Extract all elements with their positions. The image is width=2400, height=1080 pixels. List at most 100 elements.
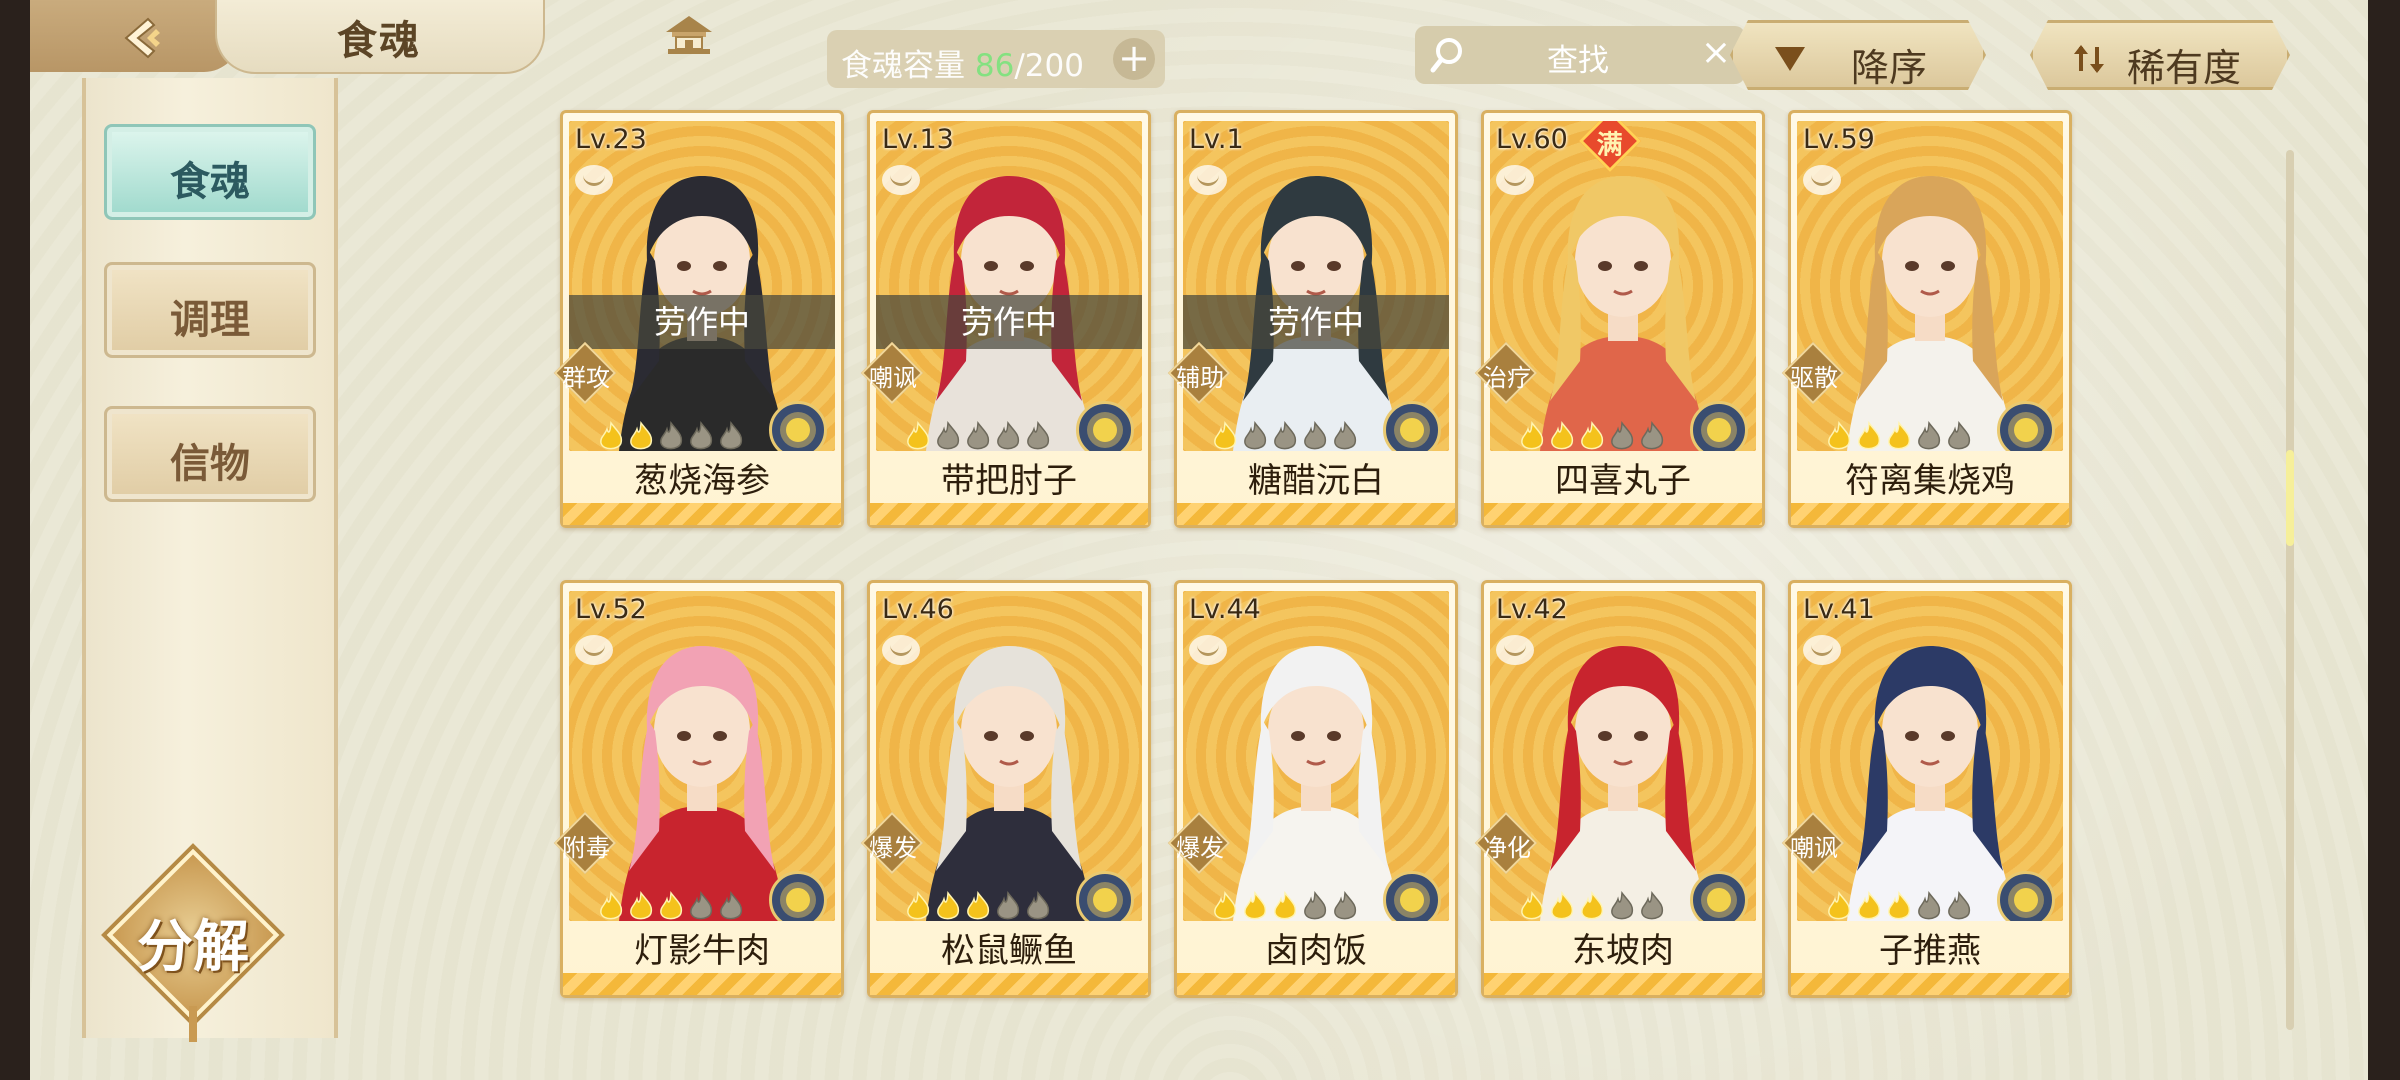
flame-star-empty-icon [1274, 421, 1297, 450]
sidebar-item-label: 调理 [170, 297, 250, 343]
flame-star-empty-icon [1918, 891, 1941, 920]
app-screen: 食魂 食魂容量 86/200 + 查找 × 降序 稀有度 食魂 调理 信物 分解… [30, 0, 2368, 1080]
flame-star-empty-icon [1304, 891, 1327, 920]
food-soul-card[interactable]: Lv.46 爆发 松鼠鳜鱼 [860, 580, 1151, 998]
role-label: 驱散 [1790, 364, 1838, 392]
star-rating [597, 891, 777, 921]
star-rating [1518, 421, 1698, 451]
food-soul-name: 带把肘子 [941, 461, 1077, 501]
bowl-icon [882, 165, 920, 195]
search-box[interactable]: 查找 × [1415, 26, 1745, 84]
flame-star-filled-icon [600, 891, 623, 920]
scrollbar-track[interactable] [2286, 150, 2294, 1030]
sidebar-item-tokens[interactable]: 信物 [104, 406, 316, 502]
level-label: Lv.42 [1496, 594, 1568, 625]
role-tag: 爆发 [1167, 811, 1231, 875]
flame-star-empty-icon [1611, 891, 1634, 920]
character-portrait [1540, 176, 1706, 451]
level-label: Lv.60 [1496, 124, 1568, 155]
sort-key-button[interactable]: 稀有度 [2030, 20, 2290, 90]
level-label: Lv.46 [882, 594, 954, 625]
max-level-label: 满 [1596, 130, 1623, 161]
role-tag: 净化 [1474, 811, 1538, 875]
bowl-icon [1496, 635, 1534, 665]
flame-star-empty-icon [937, 421, 960, 450]
food-soul-name: 灯影牛肉 [634, 931, 770, 971]
role-tag: 嘲讽 [1781, 811, 1845, 875]
level-label: Lv.13 [882, 124, 954, 155]
star-rating [904, 421, 1084, 451]
flame-star-filled-icon [1551, 891, 1574, 920]
flame-star-filled-icon [1858, 891, 1881, 920]
page-title: 食魂 [337, 18, 421, 64]
character-portrait [926, 646, 1092, 921]
flame-star-filled-icon [660, 891, 683, 920]
level-label: Lv.59 [1803, 124, 1875, 155]
flame-star-empty-icon [1918, 421, 1941, 450]
food-soul-card[interactable]: Lv.1 劳作中 辅助 糖醋沅白 [1167, 110, 1458, 528]
sort-arrows-icon [2071, 43, 2109, 75]
sidebar-item-food-souls[interactable]: 食魂 [104, 124, 316, 220]
bowl-icon [1803, 165, 1841, 195]
food-soul-card[interactable]: Lv.60 满治疗四喜丸子 [1474, 110, 1765, 528]
decompose-button[interactable]: 分解 [106, 848, 280, 1042]
card-bottom-decoration [563, 503, 841, 525]
tassel-decoration [189, 1006, 197, 1042]
card-bottom-decoration [1484, 503, 1762, 525]
working-status: 劳作中 [876, 295, 1142, 349]
flame-star-empty-icon [997, 891, 1020, 920]
back-arrow-icon [124, 17, 160, 59]
sidebar-item-cooking[interactable]: 调理 [104, 262, 316, 358]
food-soul-name: 东坡肉 [1572, 931, 1674, 971]
food-soul-name: 四喜丸子 [1555, 461, 1691, 501]
flame-star-empty-icon [660, 421, 683, 450]
decompose-label: 分解 [137, 915, 249, 980]
flame-star-filled-icon [1274, 891, 1297, 920]
food-soul-card[interactable]: Lv.41 嘲讽 子推燕 [1781, 580, 2072, 998]
search-input[interactable]: 查找 [1547, 35, 1609, 80]
sort-order-button[interactable]: 降序 [1730, 20, 1986, 90]
role-label: 治疗 [1483, 364, 1531, 392]
flame-star-filled-icon [1581, 421, 1604, 450]
scrollbar-thumb[interactable] [2286, 450, 2294, 546]
search-icon [1430, 38, 1462, 73]
food-soul-card[interactable]: Lv.13 劳作中 嘲讽 带把肘子 [860, 110, 1151, 528]
food-soul-card[interactable]: Lv.23 劳作中 群攻 葱烧海参 [553, 110, 844, 528]
food-soul-card[interactable]: Lv.59 驱散 符离集烧鸡 [1781, 110, 2072, 528]
element-emblem-icon [1690, 871, 1748, 921]
capacity-add-button[interactable]: + [1113, 38, 1155, 80]
food-soul-name: 卤肉饭 [1265, 931, 1367, 971]
role-label: 爆发 [869, 834, 917, 862]
food-soul-card[interactable]: Lv.44 爆发卤肉饭 [1167, 580, 1458, 998]
star-rating [597, 421, 777, 451]
flame-star-empty-icon [1244, 421, 1267, 450]
character-portrait [619, 176, 785, 451]
food-soul-name: 葱烧海参 [634, 461, 770, 501]
level-label: Lv.44 [1189, 594, 1261, 625]
working-status: 劳作中 [569, 295, 835, 349]
role-tag: 附毒 [553, 811, 617, 875]
star-rating [1518, 891, 1698, 921]
card-bottom-decoration [1177, 973, 1455, 995]
star-rating [1211, 421, 1391, 451]
card-bottom-decoration [1791, 503, 2069, 525]
food-soul-card[interactable]: Lv.52 附毒 灯影牛肉 [553, 580, 844, 998]
page-title-tab: 食魂 [215, 0, 712, 74]
card-bottom-decoration [1791, 973, 2069, 995]
role-label: 净化 [1483, 834, 1531, 862]
search-clear-button[interactable]: × [1701, 32, 1731, 73]
flame-star-empty-icon [1641, 421, 1664, 450]
flame-star-filled-icon [1521, 891, 1544, 920]
element-emblem-icon [1997, 401, 2055, 451]
character-portrait [1847, 176, 2013, 451]
food-soul-card[interactable]: Lv.42 净化东坡肉 [1474, 580, 1765, 998]
bowl-icon [882, 635, 920, 665]
role-tag: 驱散 [1781, 341, 1845, 405]
card-bottom-decoration [870, 973, 1148, 995]
back-button[interactable] [30, 0, 240, 72]
pagoda-icon[interactable] [662, 14, 716, 60]
element-emblem-icon [769, 871, 827, 921]
element-emblem-icon [1076, 401, 1134, 451]
flame-star-filled-icon [1888, 891, 1911, 920]
flame-star-filled-icon [1214, 421, 1237, 450]
